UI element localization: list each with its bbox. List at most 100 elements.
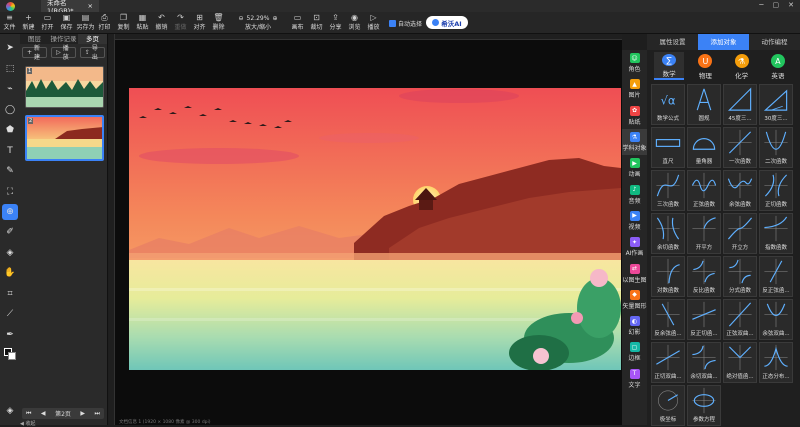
canvas-artwork[interactable] bbox=[129, 88, 621, 370]
object-item-compass[interactable]: 圆规 bbox=[687, 84, 721, 125]
toolbar-button-1[interactable]: + 新建 bbox=[19, 11, 38, 33]
category-12[interactable]: T 文字 bbox=[622, 366, 647, 392]
tool-7-icon[interactable]: ⛶ bbox=[0, 182, 20, 203]
vertical-ruler[interactable] bbox=[109, 34, 115, 425]
toolbar-button-9[interactable]: ↷ 重做 bbox=[171, 11, 190, 33]
tab-properties[interactable]: 属性设置 bbox=[647, 34, 698, 50]
toolbar-button-6[interactable]: ❐ 复制 bbox=[114, 11, 133, 33]
object-item-sinh[interactable]: 正弦双曲... bbox=[723, 299, 757, 340]
object-item-coth[interactable]: 余切双曲... bbox=[687, 342, 721, 383]
category-0[interactable]: ☺ 角色 bbox=[622, 50, 647, 76]
tool-5-icon[interactable]: T bbox=[0, 141, 20, 162]
toolbar-right-button-4[interactable]: ▷ 播放 bbox=[364, 11, 383, 33]
tool-10-icon[interactable]: ◈ bbox=[0, 243, 20, 264]
tool-3-icon[interactable]: ◯ bbox=[0, 100, 20, 121]
toolbar-button-3[interactable]: ▣ 保存 bbox=[57, 11, 76, 33]
object-item-normal[interactable]: 正态分布... bbox=[759, 342, 793, 383]
object-item-polar[interactable]: 极坐标 bbox=[651, 385, 685, 426]
tool-11-icon[interactable]: ✋ bbox=[0, 263, 20, 284]
object-item-tri30[interactable]: 30度三... bbox=[759, 84, 793, 125]
category-3[interactable]: ⚗ 学科对象 bbox=[622, 128, 647, 156]
object-item-cot[interactable]: 余切函数 bbox=[651, 213, 685, 254]
tool-2-icon[interactable]: ⌁ bbox=[0, 79, 20, 100]
color-swatches[interactable] bbox=[4, 348, 16, 360]
object-item-quad[interactable]: 二次函数 bbox=[759, 127, 793, 168]
tool-14-icon[interactable]: ✒ bbox=[0, 325, 20, 346]
page-thumbnail-1[interactable]: 1 bbox=[25, 66, 104, 108]
toolbar-button-8[interactable]: ↶ 撤销 bbox=[152, 11, 171, 33]
checkbox-checked-icon[interactable] bbox=[389, 20, 396, 27]
minimize-icon[interactable]: ─ bbox=[759, 1, 763, 9]
object-item-cosh[interactable]: 余弦双曲... bbox=[759, 299, 793, 340]
subject-3[interactable]: A 英语 bbox=[763, 52, 793, 80]
object-item-atan[interactable]: 反正切函... bbox=[687, 299, 721, 340]
auto-select-checkbox[interactable]: 自动选择 bbox=[389, 19, 422, 28]
subject-2[interactable]: ⚗ 化学 bbox=[727, 52, 757, 80]
object-item-cbrt[interactable]: 开立方 bbox=[723, 213, 757, 254]
subject-0[interactable]: ∑ 数学 bbox=[654, 52, 685, 80]
object-item-asin[interactable]: 反正弦函... bbox=[759, 256, 793, 297]
last-page-icon[interactable]: ⏭ bbox=[95, 410, 100, 418]
toolbar-right-button-1[interactable]: ⊡ 裁切 bbox=[307, 11, 326, 33]
toolbar-right-button-2[interactable]: ⇪ 分享 bbox=[326, 11, 345, 33]
play-button[interactable]: ▷ 播放 bbox=[51, 45, 76, 61]
tab-action-programming[interactable]: 动作编程 bbox=[749, 34, 800, 50]
object-item-frac[interactable]: 分式函数 bbox=[723, 256, 757, 297]
tool-1-icon[interactable]: ⬚ bbox=[0, 59, 20, 80]
object-item-inv[interactable]: 反比函数 bbox=[687, 256, 721, 297]
object-item-formula[interactable]: √α 数学公式 bbox=[651, 84, 685, 125]
category-9[interactable]: ◆ 矢量图形 bbox=[622, 287, 647, 313]
tool-9-icon[interactable]: ✐ bbox=[0, 222, 20, 243]
next-page-icon[interactable]: ▶ bbox=[80, 410, 85, 417]
tool-8-icon[interactable]: ⊕ bbox=[2, 204, 18, 220]
object-item-cubic[interactable]: 三次函数 bbox=[651, 170, 685, 211]
object-item-tanh[interactable]: 正切双曲... bbox=[651, 342, 685, 383]
layers-toggle-icon[interactable]: ◈ bbox=[0, 401, 20, 422]
object-item-log[interactable]: 对数函数 bbox=[651, 256, 685, 297]
category-6[interactable]: ▶ 视频 bbox=[622, 208, 647, 234]
tab-add-object[interactable]: 添加对象 bbox=[698, 34, 749, 50]
zoom-in-icon[interactable]: ⊕ bbox=[272, 15, 277, 22]
tool-6-icon[interactable]: ✎ bbox=[0, 161, 20, 182]
tab-history[interactable]: 操作记录 bbox=[49, 34, 78, 44]
toolbar-button-0[interactable]: ≡ 文件 bbox=[0, 11, 19, 33]
zoom-out-icon[interactable]: ⊖ bbox=[239, 15, 244, 22]
collapse-panel-button[interactable]: ◀ 收起 bbox=[20, 420, 110, 427]
tool-13-icon[interactable]: ⟋ bbox=[0, 304, 20, 325]
object-item-linear[interactable]: 一次函数 bbox=[723, 127, 757, 168]
first-page-icon[interactable]: ⏮ bbox=[26, 410, 31, 418]
category-11[interactable]: ▢ 边框 bbox=[622, 339, 647, 365]
export-button[interactable]: ⇪ 导出 bbox=[79, 45, 105, 61]
object-item-ruler[interactable]: 直尺 bbox=[651, 127, 685, 168]
tab-multipage[interactable]: 多页 bbox=[78, 34, 107, 44]
object-item-param[interactable]: 参数方程 bbox=[687, 385, 721, 426]
new-page-button[interactable]: + 新建 bbox=[22, 45, 48, 61]
close-tab-icon[interactable]: × bbox=[88, 2, 93, 10]
category-10[interactable]: ◐ 幻影 bbox=[622, 313, 647, 339]
subject-1[interactable]: U 物理 bbox=[690, 52, 720, 80]
toolbar-button-11[interactable]: 🗑 删除 bbox=[209, 11, 228, 33]
zoom-value[interactable]: 52.29% bbox=[247, 15, 270, 22]
object-item-tri45[interactable]: 45度三... bbox=[723, 84, 757, 125]
category-1[interactable]: ▲ 图片 bbox=[622, 76, 647, 102]
tool-0-icon[interactable]: ➤ bbox=[0, 38, 20, 59]
background-color-swatch[interactable] bbox=[8, 352, 16, 360]
tool-12-icon[interactable]: ⌗ bbox=[0, 284, 20, 305]
category-7[interactable]: ✦ AI作画 bbox=[622, 234, 647, 260]
object-item-tan[interactable]: 正切函数 bbox=[759, 170, 793, 211]
page-thumbnail-2[interactable]: 2 bbox=[25, 115, 104, 161]
maximize-icon[interactable]: ▢ bbox=[773, 1, 780, 9]
category-5[interactable]: ♪ 音频 bbox=[622, 181, 647, 207]
toolbar-button-2[interactable]: ▭ 打开 bbox=[38, 11, 57, 33]
object-item-exp[interactable]: 指数函数 bbox=[759, 213, 793, 254]
object-item-cos[interactable]: 余弦函数 bbox=[723, 170, 757, 211]
tab-layers[interactable]: 图层 bbox=[20, 34, 49, 44]
zoom-control[interactable]: ⊖ 52.29% ⊕ 放大/缩小 bbox=[238, 11, 278, 33]
toolbar-button-5[interactable]: ⎙ 打印 bbox=[95, 11, 114, 33]
tool-4-icon[interactable]: ⬟ bbox=[0, 120, 20, 141]
prev-page-icon[interactable]: ◀ bbox=[41, 410, 46, 417]
horizontal-ruler[interactable] bbox=[109, 34, 622, 40]
object-item-sin[interactable]: 正弦函数 bbox=[687, 170, 721, 211]
close-window-icon[interactable]: ✕ bbox=[788, 1, 794, 9]
ai-button[interactable]: 希沃AI bbox=[426, 16, 469, 29]
